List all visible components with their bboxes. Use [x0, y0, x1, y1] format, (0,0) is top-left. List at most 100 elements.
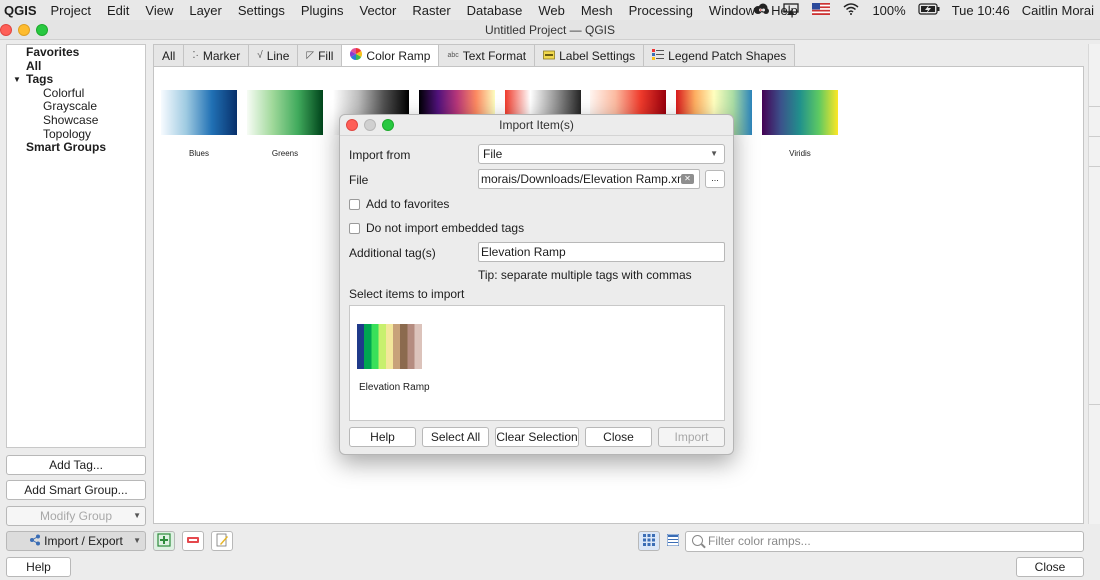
- menu-edit[interactable]: Edit: [99, 3, 137, 18]
- menu-plugins[interactable]: Plugins: [293, 3, 352, 18]
- tag-tree[interactable]: Favorites All ▼ Tags Colorful Grayscale S…: [6, 44, 146, 448]
- menu-project[interactable]: Project: [43, 3, 99, 18]
- file-path-input[interactable]: morais/Downloads/Elevation Ramp.xml ✕: [478, 169, 700, 189]
- dialog-zoom-light[interactable]: [382, 119, 394, 131]
- no-embedded-tags-checkbox[interactable]: Do not import embedded tags: [349, 221, 524, 235]
- tree-item-colorful[interactable]: Colorful: [7, 86, 145, 101]
- tab-all-label: All: [162, 48, 176, 63]
- dropdown-arrow-icon: ▼: [133, 511, 141, 520]
- dialog-close-button[interactable]: Close: [585, 427, 652, 447]
- menu-vector[interactable]: Vector: [352, 3, 405, 18]
- add-to-favorites-label: Add to favorites: [366, 197, 450, 211]
- close-window-button[interactable]: [0, 24, 12, 36]
- zoom-window-button[interactable]: [36, 24, 48, 36]
- dropdown-arrow-icon: ▼: [133, 536, 141, 545]
- tab-color-ramp-label: Color Ramp: [366, 49, 431, 63]
- elevation-ramp-thumbnail[interactable]: [357, 324, 429, 369]
- checkbox-box[interactable]: [349, 198, 360, 210]
- import-from-value: File: [483, 147, 503, 161]
- minimize-window-button[interactable]: [18, 24, 30, 36]
- import-items-list[interactable]: Elevation Ramp: [349, 305, 725, 421]
- tree-item-topology[interactable]: Topology: [7, 127, 145, 142]
- line-icon: √: [257, 49, 263, 61]
- clear-selection-button[interactable]: Clear Selection: [495, 427, 579, 447]
- additional-tags-input[interactable]: Elevation Ramp: [478, 242, 725, 262]
- ramp-thumbnail-greens[interactable]: [247, 90, 323, 135]
- tab-line-label: Line: [266, 48, 290, 63]
- wifi-icon[interactable]: [836, 2, 866, 18]
- close-button[interactable]: Close: [1016, 557, 1084, 577]
- tab-text-format[interactable]: abc Text Format: [438, 44, 536, 66]
- scroll-divider: [1089, 404, 1100, 405]
- tab-legend-patch-shapes-label: Legend Patch Shapes: [668, 48, 787, 63]
- expand-arrow-icon[interactable]: ▼: [13, 73, 21, 87]
- menu-layer[interactable]: Layer: [181, 3, 230, 18]
- menu-settings[interactable]: Settings: [230, 3, 293, 18]
- grid-view-icon: [643, 533, 655, 549]
- user-name[interactable]: Caitlin Morai: [1016, 3, 1100, 18]
- tree-item-all[interactable]: All: [7, 59, 145, 74]
- menu-web[interactable]: Web: [530, 3, 573, 18]
- tab-legend-patch-shapes[interactable]: Legend Patch Shapes: [643, 44, 796, 66]
- us-flag-icon[interactable]: [806, 2, 836, 18]
- modify-group-label: Modify Group: [39, 509, 113, 523]
- tab-marker-label: Marker: [202, 48, 241, 63]
- add-item-button[interactable]: [153, 531, 175, 551]
- menu-view[interactable]: View: [137, 3, 181, 18]
- browse-button[interactable]: ...: [705, 170, 725, 188]
- menu-raster[interactable]: Raster: [404, 3, 458, 18]
- help-button[interactable]: Help: [6, 557, 71, 577]
- additional-tags-value: Elevation Ramp: [481, 245, 566, 259]
- tab-fill[interactable]: ◸ Fill: [297, 44, 343, 66]
- battery-icon[interactable]: [912, 2, 946, 18]
- clear-icon[interactable]: ✕: [681, 174, 694, 184]
- import-from-select[interactable]: File ▼: [478, 144, 725, 164]
- creative-cloud-icon[interactable]: [746, 3, 776, 18]
- tree-item-smart-groups[interactable]: Smart Groups: [7, 141, 145, 155]
- select-all-button[interactable]: Select All: [422, 427, 489, 447]
- tags-tip: Tip: separate multiple tags with commas: [478, 268, 692, 282]
- dialog-title: Import Item(s): [499, 118, 574, 132]
- file-label: File: [349, 173, 369, 187]
- select-items-label: Select items to import: [349, 287, 465, 301]
- clock[interactable]: Tue 10:46: [946, 3, 1016, 18]
- tree-item-grayscale[interactable]: Grayscale: [7, 100, 145, 114]
- tab-all[interactable]: All: [153, 44, 185, 66]
- icon-view-button[interactable]: [638, 531, 660, 551]
- tab-color-ramp[interactable]: Color Ramp: [341, 44, 440, 67]
- elevation-ramp-label[interactable]: Elevation Ramp: [359, 382, 430, 393]
- menu-mesh[interactable]: Mesh: [573, 3, 621, 18]
- import-dialog: Import Item(s) Import from File ▼ File mo…: [339, 114, 734, 455]
- add-to-favorites-checkbox[interactable]: Add to favorites: [349, 197, 449, 211]
- tab-marker[interactable]: ⁚· Marker: [183, 44, 250, 66]
- add-smart-group-button[interactable]: Add Smart Group...: [6, 480, 146, 500]
- window-title-bar: Untitled Project — QGIS: [0, 20, 1100, 40]
- menu-database[interactable]: Database: [459, 3, 531, 18]
- remove-item-button[interactable]: [182, 531, 204, 551]
- ramp-thumbnail-viridis[interactable]: [762, 90, 838, 135]
- tree-item-showcase[interactable]: Showcase: [7, 113, 145, 128]
- import-from-label: Import from: [349, 148, 411, 162]
- filter-placeholder: Filter color ramps...: [708, 534, 811, 548]
- remove-icon: [186, 533, 200, 550]
- tab-label-settings[interactable]: Label Settings: [534, 44, 645, 66]
- checkbox-box[interactable]: [349, 222, 360, 234]
- app-menu[interactable]: QGIS: [0, 3, 43, 18]
- dialog-close-light[interactable]: [346, 119, 358, 131]
- airplay-icon[interactable]: [776, 2, 806, 18]
- tab-fill-label: Fill: [318, 48, 334, 63]
- ramp-thumbnail-blues[interactable]: [161, 90, 237, 135]
- filter-input[interactable]: Filter color ramps...: [685, 531, 1084, 552]
- scroll-divider: [1089, 106, 1100, 107]
- edit-item-button[interactable]: [211, 531, 233, 551]
- right-scroll-strip[interactable]: [1088, 44, 1100, 524]
- dialog-help-button[interactable]: Help: [349, 427, 416, 447]
- tree-item-tags[interactable]: ▼ Tags: [7, 72, 145, 87]
- tab-line[interactable]: √ Line: [248, 44, 299, 66]
- no-embedded-tags-label: Do not import embedded tags: [366, 221, 525, 235]
- import-export-button[interactable]: Import / Export ▼: [6, 531, 146, 551]
- add-tag-button[interactable]: Add Tag...: [6, 455, 146, 475]
- tree-item-favorites[interactable]: Favorites: [7, 45, 145, 60]
- menu-processing[interactable]: Processing: [621, 3, 701, 18]
- list-view-button[interactable]: [662, 531, 684, 551]
